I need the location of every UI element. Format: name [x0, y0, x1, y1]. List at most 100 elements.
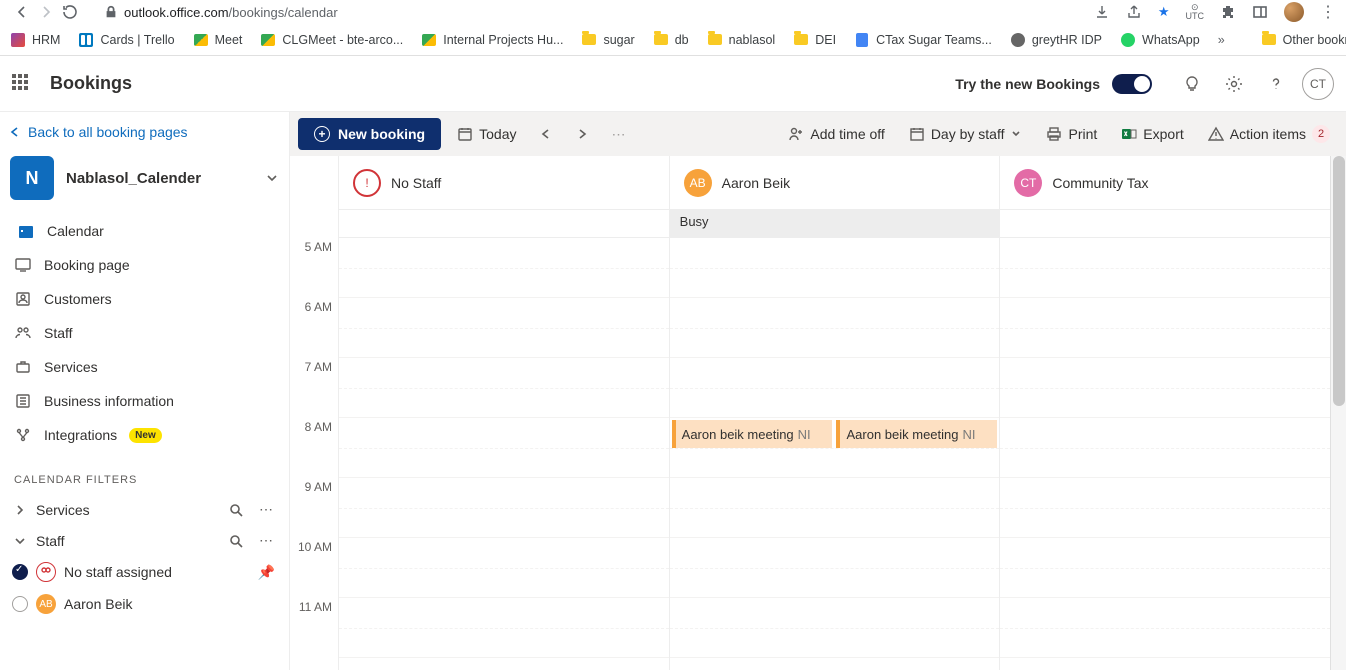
- bookmark-item[interactable]: db: [653, 32, 689, 48]
- calendar-event[interactable]: Aaron beik meeting NI: [836, 420, 997, 448]
- scrollbar-thumb[interactable]: [1333, 156, 1345, 406]
- browser-menu-icon[interactable]: ⋮: [1320, 2, 1336, 22]
- time-label: 8 AM: [290, 420, 332, 480]
- export-button[interactable]: Export: [1113, 120, 1191, 148]
- time-slot[interactable]: [339, 358, 669, 418]
- time-slot[interactable]: [1000, 358, 1330, 418]
- calendar-avatar: N: [10, 156, 54, 200]
- add-time-off-button[interactable]: Add time off: [780, 120, 892, 148]
- browser-profile-avatar[interactable]: [1284, 2, 1304, 22]
- meet-icon: [260, 32, 276, 48]
- time-label: 6 AM: [290, 300, 332, 360]
- search-icon[interactable]: [229, 534, 247, 548]
- staff-filter-item[interactable]: ABAaron Beik: [6, 588, 289, 620]
- share-icon[interactable]: [1126, 4, 1142, 20]
- time-slot[interactable]: [339, 478, 669, 538]
- time-slot[interactable]: [1000, 538, 1330, 598]
- pin-icon[interactable]: 📌: [258, 564, 275, 581]
- bookmarks-overflow-icon[interactable]: »: [1218, 33, 1225, 47]
- nav-biz[interactable]: Business information: [0, 384, 289, 418]
- try-new-toggle[interactable]: [1112, 74, 1152, 94]
- tips-icon[interactable]: [1176, 68, 1208, 100]
- time-slot[interactable]: [670, 478, 1000, 538]
- time-slot[interactable]: [670, 298, 1000, 358]
- time-slot[interactable]: [339, 298, 669, 358]
- prev-day-button[interactable]: [532, 120, 560, 148]
- trello-icon: [78, 32, 94, 48]
- browser-back-button[interactable]: [10, 0, 34, 24]
- bookmark-item[interactable]: sugar: [581, 32, 634, 48]
- calendar-selector[interactable]: N Nablasol_Calender: [0, 148, 289, 210]
- profile-chip[interactable]: CT: [1302, 68, 1334, 100]
- nav-monitor[interactable]: Booking page: [0, 248, 289, 282]
- help-icon[interactable]: [1260, 68, 1292, 100]
- time-slot[interactable]: [339, 418, 669, 478]
- time-slot[interactable]: [1000, 418, 1330, 478]
- time-slot[interactable]: [670, 598, 1000, 658]
- back-to-pages-link[interactable]: Back to all booking pages: [0, 112, 289, 148]
- bookmark-item[interactable]: Internal Projects Hu...: [421, 32, 563, 48]
- nav-customers[interactable]: Customers: [0, 282, 289, 316]
- more-icon[interactable]: ⋯: [257, 501, 275, 518]
- bookmark-item[interactable]: HRM: [10, 32, 60, 48]
- calendar-column: !No Staff: [338, 156, 669, 670]
- utc-icon[interactable]: ⊙UTC: [1186, 3, 1205, 21]
- time-slot[interactable]: [339, 238, 669, 298]
- time-slot[interactable]: [1000, 298, 1330, 358]
- extensions-icon[interactable]: [1220, 4, 1236, 20]
- time-slot[interactable]: [339, 538, 669, 598]
- more-options-button[interactable]: ⋯: [604, 120, 632, 148]
- staff-avatar: AB: [684, 169, 712, 197]
- browser-reload-button[interactable]: [58, 0, 82, 24]
- app-launcher-icon[interactable]: [12, 74, 32, 94]
- filters-header: CALENDAR FILTERS: [0, 456, 289, 494]
- plus-icon: +: [314, 126, 330, 142]
- bookmark-item[interactable]: WhatsApp: [1120, 32, 1200, 48]
- column-header: CTCommunity Tax: [1000, 156, 1330, 210]
- install-icon[interactable]: [1094, 4, 1110, 20]
- url-bar[interactable]: outlook.office.com/bookings/calendar: [124, 5, 1094, 20]
- checkbox[interactable]: [12, 564, 28, 580]
- action-items-button[interactable]: Action items 2: [1200, 119, 1338, 149]
- time-slot[interactable]: [1000, 478, 1330, 538]
- staff-avatar: CT: [1014, 169, 1042, 197]
- browser-forward-button[interactable]: [34, 0, 58, 24]
- time-slot[interactable]: [670, 238, 1000, 298]
- settings-gear-icon[interactable]: [1218, 68, 1250, 100]
- new-booking-button[interactable]: + New booking: [298, 118, 441, 150]
- bookmark-item[interactable]: Meet: [193, 32, 243, 48]
- nav-services[interactable]: Services: [0, 350, 289, 384]
- sidepanel-icon[interactable]: [1252, 4, 1268, 20]
- nav-staff[interactable]: Staff: [0, 316, 289, 350]
- bookmark-star-icon[interactable]: ★: [1158, 4, 1170, 20]
- monitor-icon: [14, 256, 32, 274]
- nav-integrations[interactable]: IntegrationsNew: [0, 418, 289, 452]
- time-slot[interactable]: [1000, 238, 1330, 298]
- bookmark-item[interactable]: Cards | Trello: [78, 32, 174, 48]
- search-icon[interactable]: [229, 503, 247, 517]
- bookmark-item[interactable]: greytHR IDP: [1010, 32, 1102, 48]
- filter-services[interactable]: Services⋯: [0, 494, 289, 525]
- bookmark-item[interactable]: CTax Sugar Teams...: [854, 32, 992, 48]
- checkbox[interactable]: [12, 596, 28, 612]
- print-button[interactable]: Print: [1038, 120, 1105, 148]
- nav-calendar[interactable]: Calendar: [0, 214, 289, 248]
- time-label: 7 AM: [290, 360, 332, 420]
- time-slot[interactable]: [339, 598, 669, 658]
- bookmark-item[interactable]: DEI: [793, 32, 836, 48]
- bookmark-item[interactable]: CLGMeet - bte-arco...: [260, 32, 403, 48]
- time-slot[interactable]: [670, 538, 1000, 598]
- bookmark-item[interactable]: nablasol: [707, 32, 776, 48]
- next-day-button[interactable]: [568, 120, 596, 148]
- meet-icon: [421, 32, 437, 48]
- staff-filter-item[interactable]: No staff assigned📌: [6, 556, 289, 588]
- more-icon[interactable]: ⋯: [257, 532, 275, 549]
- other-bookmarks[interactable]: Other bookmarks: [1261, 32, 1346, 48]
- time-slot[interactable]: [670, 358, 1000, 418]
- time-slot[interactable]: [1000, 598, 1330, 658]
- day-by-staff-dropdown[interactable]: Day by staff: [901, 120, 1031, 148]
- filter-staff[interactable]: Staff⋯: [0, 525, 289, 556]
- vertical-scrollbar[interactable]: [1330, 156, 1346, 670]
- today-button[interactable]: Today: [449, 120, 524, 148]
- calendar-event[interactable]: Aaron beik meeting NI: [672, 420, 833, 448]
